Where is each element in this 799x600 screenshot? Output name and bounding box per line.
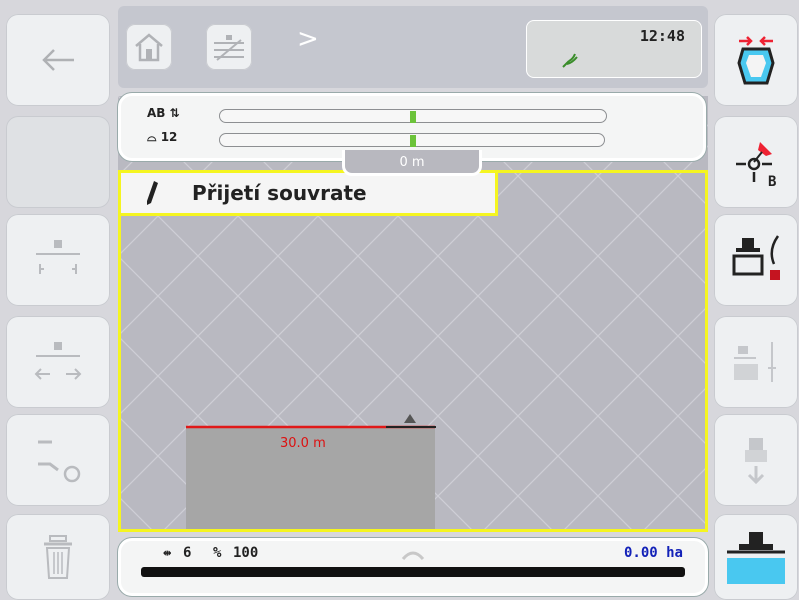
shift-track-icon bbox=[34, 342, 82, 380]
mode-label: AB ⇅ bbox=[147, 106, 180, 120]
vehicle-water-button[interactable] bbox=[714, 514, 798, 600]
set-point-button[interactable]: B bbox=[714, 116, 798, 208]
collapse-field-icon bbox=[737, 36, 775, 85]
reset-track-button[interactable] bbox=[6, 414, 110, 506]
field-tracks-icon bbox=[214, 35, 244, 61]
trash-icon bbox=[44, 535, 72, 579]
headland-mode-icon bbox=[732, 235, 780, 280]
progress-track bbox=[141, 567, 685, 577]
boundary-width-icon bbox=[36, 240, 80, 274]
header-bar: > 12:48 bbox=[118, 6, 708, 88]
working-width-value: 6 bbox=[183, 545, 192, 561]
width-symbol-icon: ⇹ bbox=[163, 545, 172, 561]
lane-offset-icon bbox=[734, 342, 776, 382]
mode-title-box: Přijetí souvrate bbox=[118, 170, 498, 216]
lightbar-top bbox=[219, 109, 607, 123]
clock: 12:48 bbox=[639, 27, 685, 45]
ab-mode-label: AB bbox=[147, 106, 166, 120]
breadcrumb-separator: > bbox=[297, 24, 319, 54]
home-icon bbox=[135, 33, 163, 62]
breadcrumb-field-tracks[interactable] bbox=[206, 24, 252, 70]
status-box: 12:48 bbox=[526, 20, 702, 78]
set-point-icon: B bbox=[736, 142, 776, 190]
delete-button[interactable] bbox=[6, 514, 110, 600]
gps-signal-icon bbox=[562, 53, 578, 68]
move-vehicle-icon bbox=[745, 438, 767, 485]
collapse-field-button[interactable] bbox=[714, 14, 798, 106]
bottom-status-bar: ⇹ 6 % 100 0.00 ha bbox=[118, 538, 708, 596]
lightbar-bottom-marker bbox=[410, 135, 416, 147]
swath-label: 12 bbox=[160, 130, 178, 144]
pencil-icon bbox=[147, 181, 158, 205]
mode-title: Přijetí souvrate bbox=[192, 181, 367, 205]
ab-direction-icon: ⇅ bbox=[169, 106, 180, 120]
percent-symbol-icon: % bbox=[213, 545, 222, 561]
distance-tab: 0 m bbox=[342, 150, 482, 176]
lane-offset-button[interactable] bbox=[714, 316, 798, 408]
back-arrow-icon bbox=[42, 49, 74, 71]
area-value: 0.00 ha bbox=[623, 545, 683, 561]
headland-mode-button[interactable] bbox=[714, 214, 798, 306]
move-vehicle-button[interactable] bbox=[714, 414, 798, 506]
boundary-width-button[interactable] bbox=[6, 214, 110, 306]
lightbar-bottom bbox=[219, 133, 605, 147]
percent-value: 100 bbox=[233, 545, 259, 561]
svg-text:B: B bbox=[768, 174, 776, 190]
vehicle-water-icon bbox=[727, 532, 785, 584]
width-label: 30.0 m bbox=[280, 436, 326, 451]
breadcrumb-home[interactable] bbox=[126, 24, 172, 70]
back-button[interactable] bbox=[6, 14, 110, 106]
lightbar-top-marker bbox=[410, 111, 416, 123]
reset-track-icon bbox=[38, 440, 81, 483]
hand-icon bbox=[401, 551, 425, 561]
swath-row: ⌓ 12 bbox=[147, 130, 177, 145]
empty-slot-button bbox=[6, 116, 110, 208]
shift-track-button[interactable] bbox=[6, 316, 110, 408]
swath-icon: ⌓ bbox=[147, 130, 157, 144]
